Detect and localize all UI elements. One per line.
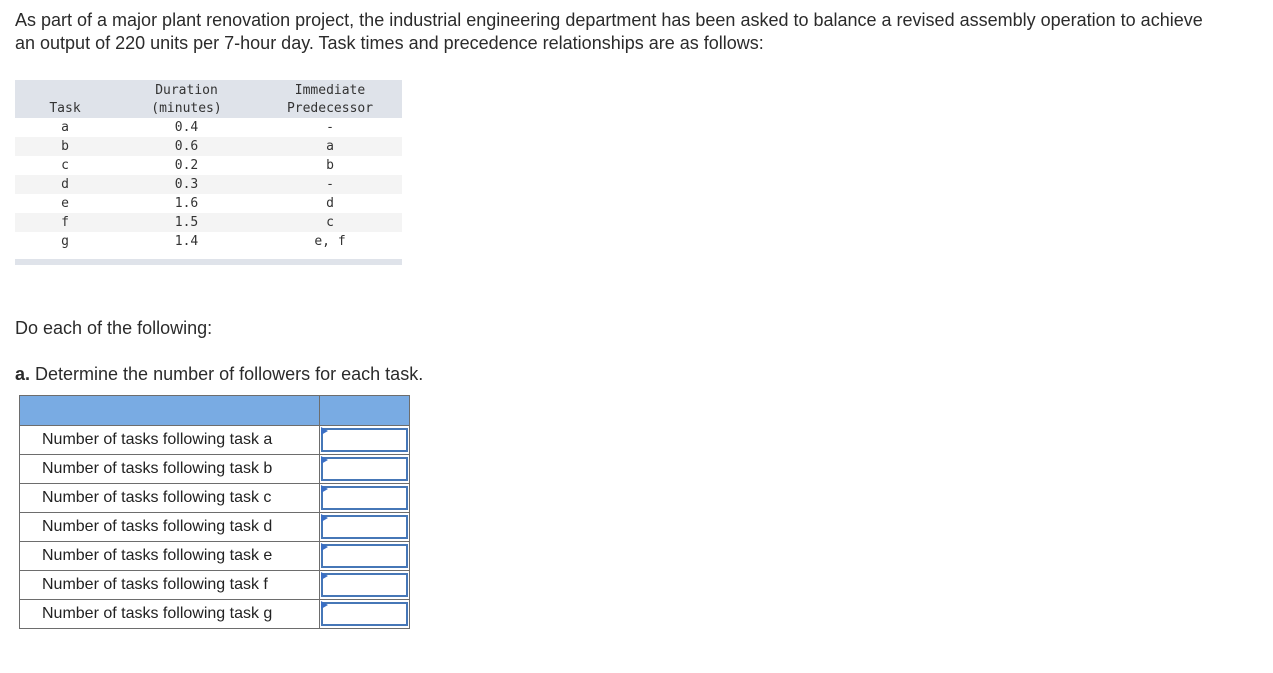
input-flag-icon [321, 427, 328, 435]
answer-row: Number of tasks following task d [19, 512, 410, 542]
header-task: Task [15, 80, 115, 118]
answer-row-label: Number of tasks following task e [19, 541, 320, 571]
task-duration: 0.6 [115, 137, 258, 156]
input-flag-icon [321, 543, 328, 551]
task-predecessor: b [326, 158, 334, 173]
part-a-text: Determine the number of followers for ea… [30, 364, 424, 384]
answer-row-label: Number of tasks following task b [19, 454, 320, 484]
answer-row: Number of tasks following task c [19, 483, 410, 513]
task-row: e 1.6 d [15, 194, 402, 213]
task-name: b [15, 137, 115, 156]
task-row: a 0.4 - [15, 118, 402, 137]
task-table-header-row: Task Duration (minutes) Immediate Predec… [15, 80, 402, 118]
answer-row: Number of tasks following task a [19, 425, 410, 455]
followers-task-b-input[interactable] [321, 457, 408, 481]
answer-cell [319, 599, 410, 629]
task-name: d [15, 175, 115, 194]
instructions-text: Do each of the following: [15, 318, 213, 338]
answer-cell [319, 483, 410, 513]
answer-cell [319, 425, 410, 455]
task-duration: 0.3 [115, 175, 258, 194]
answer-row-label: Number of tasks following task a [19, 425, 320, 455]
followers-task-a-input[interactable] [321, 428, 408, 452]
task-row: g 1.4 e, f [15, 232, 402, 251]
task-row: c 0.2 b [15, 156, 402, 175]
part-a-prompt: a. Determine the number of followers for… [15, 364, 423, 385]
task-row: f 1.5 c [15, 213, 402, 232]
task-predecessor: - [326, 120, 334, 135]
answer-row-label: Number of tasks following task f [19, 570, 320, 600]
answer-cell [319, 570, 410, 600]
input-flag-icon [321, 601, 328, 609]
followers-task-e-input[interactable] [321, 544, 408, 568]
task-name: e [61, 196, 69, 211]
problem-intro: As part of a major plant renovation proj… [15, 10, 1203, 53]
task-duration: 1.5 [115, 213, 258, 232]
answer-row-label: Number of tasks following task c [19, 483, 320, 513]
task-predecessor: d [326, 196, 334, 211]
answer-cell [319, 541, 410, 571]
input-flag-icon [321, 485, 328, 493]
answer-table-header-row [19, 395, 410, 426]
header-duration: Duration (minutes) [115, 80, 258, 118]
answer-row-label: Number of tasks following task d [19, 512, 320, 542]
followers-task-f-input[interactable] [321, 573, 408, 597]
task-predecessor: e, f [314, 234, 346, 249]
answer-header-value [319, 395, 410, 426]
answer-row-label: Number of tasks following task g [19, 599, 320, 629]
task-name: a [61, 120, 69, 135]
answer-row: Number of tasks following task g [19, 599, 410, 629]
task-name: g [61, 234, 69, 249]
task-precedence-table: Task Duration (minutes) Immediate Predec… [15, 80, 402, 251]
input-flag-icon [321, 514, 328, 522]
followers-task-c-input[interactable] [321, 486, 408, 510]
answer-row: Number of tasks following task b [19, 454, 410, 484]
task-duration: 0.2 [174, 158, 199, 173]
task-row: d 0.3 - [15, 175, 402, 194]
answer-row: Number of tasks following task f [19, 570, 410, 600]
header-predecessor: Immediate Predecessor [258, 80, 402, 118]
task-predecessor: - [258, 175, 402, 194]
followers-answer-table: Number of tasks following task a Number … [19, 395, 410, 629]
task-duration: 1.6 [174, 196, 199, 211]
task-table-footer-bar [15, 259, 402, 265]
answer-header-label [19, 395, 320, 426]
task-name: c [61, 158, 69, 173]
answer-cell [319, 454, 410, 484]
input-flag-icon [321, 572, 328, 580]
input-flag-icon [321, 456, 328, 464]
task-predecessor: a [258, 137, 402, 156]
task-duration: 0.4 [174, 120, 199, 135]
task-row: b 0.6 a [15, 137, 402, 156]
followers-task-g-input[interactable] [321, 602, 408, 626]
task-duration: 1.4 [174, 234, 199, 249]
task-predecessor: c [258, 213, 402, 232]
task-name: f [15, 213, 115, 232]
answer-row: Number of tasks following task e [19, 541, 410, 571]
answer-cell [319, 512, 410, 542]
part-a-letter: a. [15, 364, 31, 384]
followers-task-d-input[interactable] [321, 515, 408, 539]
